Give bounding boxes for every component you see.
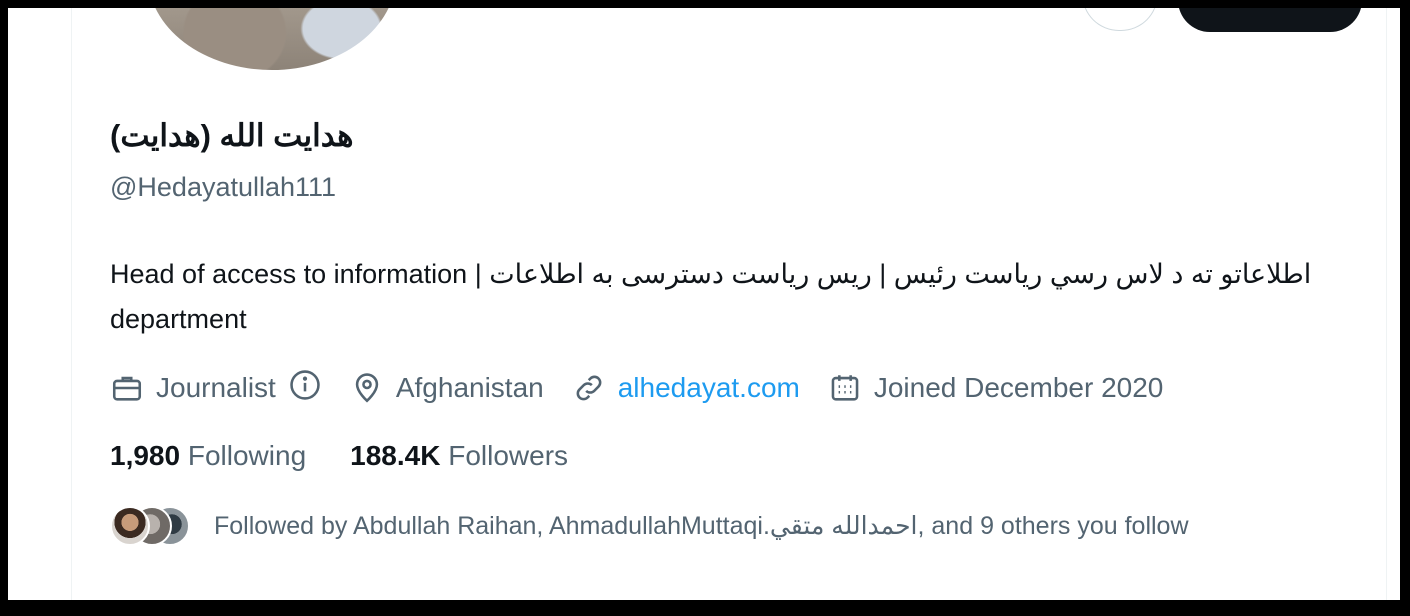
profile-bio: اطلاعاتو ته د لاس رسي رياست رئيس | ریس ر… (110, 259, 1312, 334)
user-handle: @Hedayatullah111 (110, 172, 337, 202)
following-count-link[interactable]: 1,980 Following (110, 440, 306, 472)
calendar-icon (831, 375, 859, 401)
joined-item: Joined December 2020 (828, 371, 1164, 405)
followers-count: 188.4K (350, 440, 441, 471)
more-options-button[interactable] (1082, 8, 1158, 31)
follow-counts: 1,980 Following 188.4K Followers (110, 440, 612, 472)
profession-info-button[interactable] (276, 368, 322, 409)
column-divider-left (71, 8, 72, 600)
follow-button[interactable] (1178, 8, 1362, 32)
profession-item: Journalist (110, 368, 322, 409)
profile-meta: Journalist Afghanistan alhedayat.com Joi… (110, 368, 1191, 408)
profile-avatar[interactable] (144, 8, 400, 74)
location-item: Afghanistan (350, 371, 544, 405)
avatar (110, 506, 150, 546)
following-label: Following (187, 440, 307, 471)
display-name: هدايت الله (هدايت) (110, 118, 354, 153)
followers-label: Followers (448, 440, 569, 471)
website-link[interactable]: alhedayat.com (618, 372, 800, 404)
profession-label: Journalist (156, 372, 276, 403)
followers-you-know-avatars (110, 506, 190, 546)
location-label: Afghanistan (395, 372, 544, 403)
column-divider-right (1386, 8, 1387, 600)
profile-card: هدايت الله (هدايت) @Hedayatullah111 اطلا… (8, 8, 1400, 600)
followed-by-text: Followed by Abdullah Raihan, AhmadullahM… (214, 512, 1189, 540)
briefcase-icon (112, 376, 142, 401)
followed-by-row[interactable]: Followed by Abdullah Raihan, AhmadullahM… (110, 506, 1189, 546)
link-icon (576, 375, 602, 401)
followers-count-link[interactable]: 188.4K Followers (350, 440, 568, 472)
location-pin-icon (355, 373, 379, 403)
joined-label: Joined December 2020 (873, 372, 1164, 403)
website-item: alhedayat.com (572, 371, 800, 405)
info-icon (290, 369, 320, 400)
following-count: 1,980 (110, 440, 181, 471)
